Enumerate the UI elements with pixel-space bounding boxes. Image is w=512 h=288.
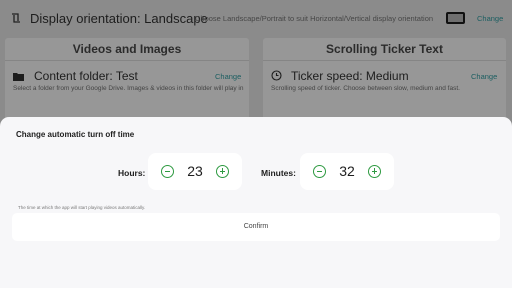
content-folder-label: Content folder: Test <box>34 69 138 83</box>
hours-stepper: 23 <box>148 153 242 190</box>
minutes-increment-plus-circle-icon[interactable] <box>368 165 381 178</box>
orientation-description: Choose Landscape/Portrait to suit Horizo… <box>195 14 434 23</box>
orientation-title: Display orientation: Landscape <box>30 11 208 26</box>
device-landscape-icon <box>446 12 465 24</box>
hours-label: Hours: <box>118 168 146 178</box>
minutes-decrement-minus-circle-icon[interactable] <box>313 165 326 178</box>
hours-value: 23 <box>187 163 203 179</box>
turn-off-time-sheet: Change automatic turn off time Hours: 23… <box>0 117 512 288</box>
minutes-label: Minutes: <box>261 168 296 178</box>
rotate-icon <box>12 13 20 23</box>
card-divider <box>5 60 249 61</box>
hours-decrement-minus-circle-icon[interactable] <box>161 165 174 178</box>
sheet-title: Change automatic turn off time <box>16 130 135 139</box>
scrolling-ticker-card: Scrolling Ticker Text Ticker speed: Medi… <box>263 38 506 120</box>
orientation-setting-row: Display orientation: Landscape Choose La… <box>0 0 512 36</box>
hours-increment-plus-circle-icon[interactable] <box>216 165 229 178</box>
folder-icon <box>13 73 24 81</box>
minutes-stepper: 32 <box>300 153 394 190</box>
content-folder-change-link[interactable]: Change <box>215 72 241 81</box>
videos-images-heading: Videos and Images <box>72 42 182 56</box>
ticker-speed-description: Scrolling speed of ticker. Choose betwee… <box>271 85 460 92</box>
scrolling-ticker-heading: Scrolling Ticker Text <box>326 42 443 56</box>
orientation-change-link[interactable]: Change <box>477 14 503 23</box>
content-folder-description: Select a folder from your Google Drive. … <box>13 85 244 92</box>
clock-icon <box>271 70 282 81</box>
card-divider <box>263 60 506 61</box>
ticker-speed-change-link[interactable]: Change <box>471 72 497 81</box>
videos-images-card: Videos and Images Content folder: Test C… <box>5 38 249 120</box>
confirm-button[interactable]: Confirm <box>12 213 500 241</box>
hint-text: The time at which the app will start pla… <box>18 205 146 210</box>
minutes-value: 32 <box>339 163 355 179</box>
ticker-speed-label: Ticker speed: Medium <box>291 69 409 83</box>
